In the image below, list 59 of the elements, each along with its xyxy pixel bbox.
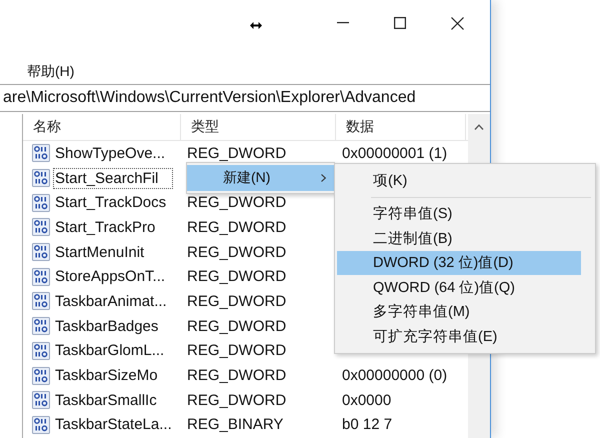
menu-item[interactable]: 可扩充字符串值(E)	[337, 324, 593, 348]
chevron-icon	[321, 174, 326, 182]
menu-item[interactable]: 项(K)	[337, 168, 593, 192]
value-name[interactable]: TaskbarStateLa...	[53, 414, 174, 436]
registry-value-icon	[32, 317, 50, 336]
value-name[interactable]: Start_SearchFil	[53, 168, 174, 189]
value-name[interactable]: Start_TrackPro	[53, 216, 158, 238]
registry-path: are\Microsoft\Windows\CurrentVersion\Explorer\Advanced	[3, 89, 416, 107]
value-type: REG_DWORD	[187, 292, 286, 310]
value-type: REG_DWORD	[187, 392, 286, 409]
value-data: 0x00000000 (0)	[342, 367, 448, 384]
menu-item[interactable]: 字符串值(S)	[337, 202, 593, 226]
value-name[interactable]: StartMenuInit	[53, 242, 146, 263]
registry-value-icon	[32, 292, 50, 310]
menu-item[interactable]: 帮助(H)	[25, 63, 76, 81]
minimize-icon[interactable]	[337, 22, 349, 24]
value-data: b0 12 7	[342, 416, 392, 434]
value-name[interactable]: TaskbarSizeMo	[53, 365, 160, 386]
menu-item[interactable]: DWORD (32 位)值(D)	[337, 250, 581, 275]
menu-item[interactable]: 多字符串值(M)	[337, 300, 593, 324]
value-name[interactable]: TaskbarAnimat...	[53, 290, 169, 312]
registry-value-icon	[32, 416, 50, 434]
registry-value-icon	[32, 366, 50, 385]
registry-value-icon	[32, 144, 50, 162]
maximize-icon[interactable]	[394, 17, 406, 29]
value-name[interactable]: TaskbarBadges	[53, 316, 160, 337]
registry-value-icon	[32, 218, 50, 236]
value-type: REG_DWORD	[187, 318, 286, 335]
value-type: REG_DWORD	[187, 342, 286, 360]
value-name[interactable]: Start_TrackDocs	[53, 192, 168, 214]
menu-item[interactable]: QWORD (64 位)值(Q)	[337, 275, 593, 300]
column-header[interactable]: 数据	[336, 114, 466, 140]
value-name[interactable]: TaskbarGlomL...	[53, 340, 166, 362]
value-name[interactable]: StoreAppsOnT...	[53, 266, 168, 288]
column-header[interactable]: 类型	[181, 114, 336, 140]
value-data: 0x0000	[342, 392, 392, 409]
menu-item[interactable]: 二进制值(B)	[337, 226, 593, 250]
value-type: REG_DWORD	[187, 268, 286, 286]
value-data: 0x00000001 (1)	[342, 144, 448, 162]
column-header[interactable]: 名称	[23, 114, 181, 140]
registry-value-icon	[32, 342, 50, 360]
value-type: REG_DWORD	[187, 244, 286, 261]
registry-value-icon	[32, 169, 50, 188]
registry-value-icon	[32, 268, 50, 286]
scroll-up-icon[interactable]	[474, 124, 484, 130]
close-icon[interactable]	[451, 16, 464, 30]
value-type: REG_DWORD	[187, 194, 286, 212]
registry-value-icon	[32, 243, 50, 262]
resize-cursor-icon	[250, 22, 262, 28]
value-type: REG_DWORD	[187, 218, 286, 236]
value-type: REG_DWORD	[187, 367, 286, 384]
value-type: REG_BINARY	[187, 416, 284, 434]
registry-value-icon	[32, 194, 50, 212]
registry-value-icon	[32, 391, 50, 410]
menu-item[interactable]: 新建(N)	[187, 165, 334, 191]
value-type: REG_DWORD	[187, 144, 286, 162]
value-name[interactable]: TaskbarSmallIc	[53, 390, 159, 411]
value-name[interactable]: ShowTypeOve...	[53, 142, 168, 164]
address-bar[interactable]: are\Microsoft\Windows\CurrentVersion\Explorer\Advanced	[0, 84, 490, 112]
